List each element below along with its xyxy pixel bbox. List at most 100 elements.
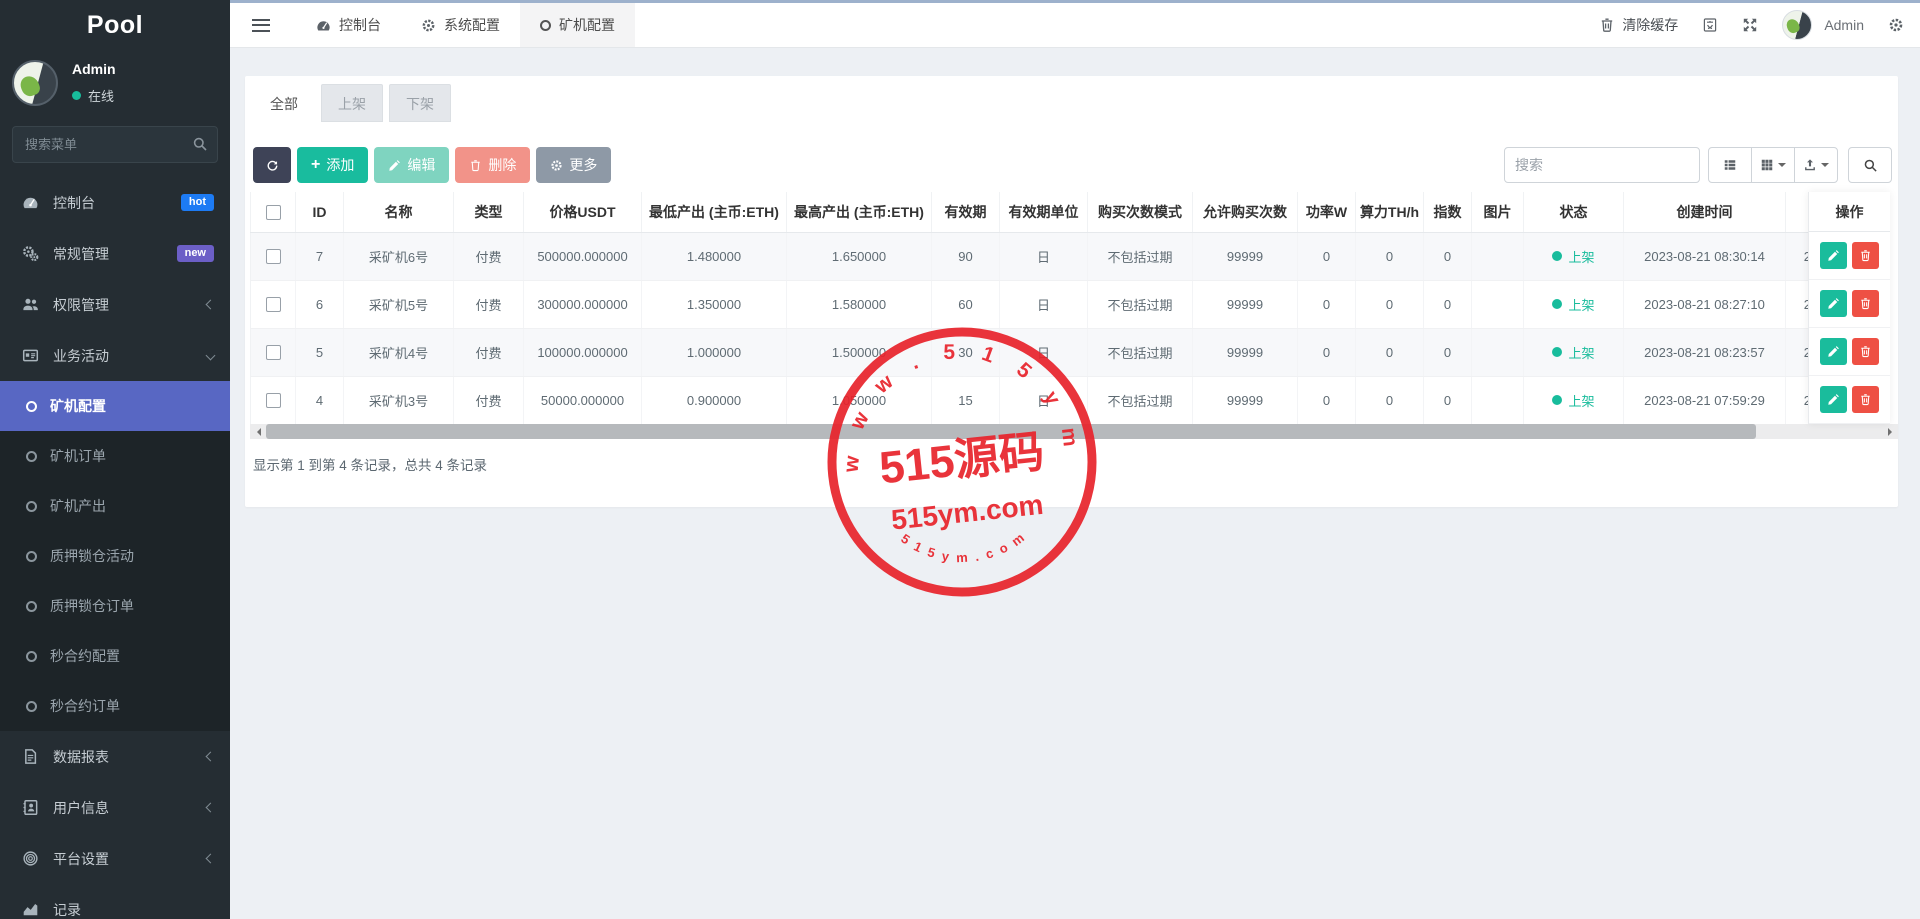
edit-row-button[interactable] xyxy=(1820,242,1847,269)
chevron-down-icon xyxy=(205,350,216,361)
fullscreen-icon[interactable] xyxy=(1742,17,1758,33)
tab-miner-config[interactable]: 矿机配置 xyxy=(520,3,635,47)
sidebar-item-dashboard[interactable]: 控制台 hot xyxy=(0,177,230,228)
export-button[interactable] xyxy=(1794,147,1838,183)
sidebar-item-label: 记录 xyxy=(53,901,81,918)
trash-icon xyxy=(469,159,482,172)
cell: 采矿机3号 xyxy=(343,376,454,425)
clear-cache-button[interactable]: 清除缓存 xyxy=(1599,15,1678,35)
refresh-button[interactable] xyxy=(253,147,291,183)
sidebar-item-miner-orders[interactable]: 矿机订单 xyxy=(0,431,230,481)
status-link[interactable]: 上架 xyxy=(1568,346,1594,361)
columns-button[interactable] xyxy=(1751,147,1795,183)
table-search-input[interactable] xyxy=(1504,147,1700,183)
clear-cache-label: 清除缓存 xyxy=(1622,17,1679,33)
tab-label: 控制台 xyxy=(339,17,381,33)
cell: 15 xyxy=(931,376,1000,425)
topbar: 控制台 系统配置 矿机配置 清除缓存 Admin xyxy=(230,0,1920,48)
settings-gear-icon[interactable] xyxy=(1888,17,1904,33)
edit-row-button[interactable] xyxy=(1820,290,1847,317)
search-button[interactable] xyxy=(1848,147,1892,183)
select-all-header xyxy=(250,192,296,233)
cell: 上架 xyxy=(1523,232,1624,281)
addressbook-icon xyxy=(22,799,39,816)
edit-label: 编辑 xyxy=(407,157,436,173)
chevron-down-icon xyxy=(1778,163,1786,171)
cell: 99999 xyxy=(1192,232,1298,281)
delete-row-button[interactable] xyxy=(1852,386,1879,413)
sidebar-item-records[interactable]: 记录 xyxy=(0,884,230,919)
language-icon[interactable] xyxy=(1702,17,1718,33)
sidebar-item-pledge-orders[interactable]: 质押锁仓订单 xyxy=(0,581,230,631)
sidebar-item-general[interactable]: 常规管理 new xyxy=(0,228,230,279)
sidebar-item-pledge-activity[interactable]: 质押锁仓活动 xyxy=(0,531,230,581)
row-checkbox[interactable] xyxy=(265,249,281,265)
avatar[interactable] xyxy=(1782,10,1813,40)
edit-button[interactable]: 编辑 xyxy=(374,147,450,183)
cell: 2023-08-21 08:23:57 xyxy=(1623,328,1786,377)
horizontal-scrollbar[interactable] xyxy=(250,424,1898,439)
cell: 99999 xyxy=(1192,328,1298,377)
tab-system-config[interactable]: 系统配置 xyxy=(401,3,520,47)
sidebar-item-miner-config[interactable]: 矿机配置 xyxy=(0,381,230,431)
scroll-left-arrow[interactable] xyxy=(250,424,266,439)
edit-row-button[interactable] xyxy=(1820,386,1847,413)
app-root: Pool Admin 在线 控制台 hot 常规管理 new 权限管理业务活动 矿机配置… xyxy=(0,0,1920,919)
status-dot xyxy=(1552,299,1563,309)
status-link[interactable]: 上架 xyxy=(1568,394,1594,409)
topbar-username[interactable]: Admin xyxy=(1824,17,1864,33)
sidebar-item-label: 质押锁仓订单 xyxy=(50,598,134,614)
cell: 上架 xyxy=(1523,376,1624,425)
cell: 0 xyxy=(1423,328,1472,377)
select-all-checkbox[interactable] xyxy=(265,205,281,221)
col-header-6: 有效期 xyxy=(931,192,1000,233)
edit-row-button[interactable] xyxy=(1820,338,1847,365)
more-button[interactable]: 更多 xyxy=(536,147,612,183)
ops-row xyxy=(1809,376,1890,424)
delete-row-button[interactable] xyxy=(1852,290,1879,317)
checkbox-cell xyxy=(250,280,296,329)
sidebar-item-label: 质押锁仓活动 xyxy=(50,548,134,564)
cell: 99999 xyxy=(1192,376,1298,425)
row-checkbox[interactable] xyxy=(265,345,281,361)
delete-row-button[interactable] xyxy=(1852,242,1879,269)
scroll-right-arrow[interactable] xyxy=(1882,424,1898,439)
file-icon xyxy=(22,748,39,765)
sidebar-item-label: 矿机订单 xyxy=(50,448,106,464)
delete-button[interactable]: 删除 xyxy=(455,147,531,183)
tab-dashboard[interactable]: 控制台 xyxy=(296,3,401,47)
filter-tab-0[interactable]: 全部 xyxy=(253,84,315,122)
status-dot xyxy=(1552,395,1563,405)
card-view-button[interactable] xyxy=(1708,147,1752,183)
filter-tab-2[interactable]: 下架 xyxy=(389,84,451,122)
row-checkbox[interactable] xyxy=(265,297,281,313)
cell xyxy=(1471,376,1524,425)
sidebar-item-business[interactable]: 业务活动 xyxy=(0,330,230,381)
trash-icon xyxy=(1599,17,1615,33)
filter-tab-1[interactable]: 上架 xyxy=(321,84,383,122)
sidebar-toggle-icon[interactable] xyxy=(252,18,270,32)
sidebar-item-label: 平台设置 xyxy=(53,850,109,867)
status-link[interactable]: 上架 xyxy=(1568,250,1594,265)
sidebar-item-miner-output[interactable]: 矿机产出 xyxy=(0,481,230,531)
cell: 付费 xyxy=(453,376,524,425)
sidebar-search-input[interactable] xyxy=(12,126,218,163)
sidebar-item-permissions[interactable]: 权限管理 xyxy=(0,279,230,330)
delete-row-button[interactable] xyxy=(1852,338,1879,365)
status-link[interactable]: 上架 xyxy=(1568,298,1594,313)
plus-icon: + xyxy=(311,156,321,173)
row-checkbox[interactable] xyxy=(265,393,281,409)
col-header-4: 最低产出 (主币:ETH) xyxy=(641,192,787,233)
scrollbar-thumb[interactable] xyxy=(266,424,1756,439)
sidebar-item-user-info[interactable]: 用户信息 xyxy=(0,782,230,833)
col-header-11: 算力TH/h xyxy=(1355,192,1424,233)
sidebar-item-platform[interactable]: 平台设置 xyxy=(0,833,230,884)
sidebar-item-reports[interactable]: 数据报表 xyxy=(0,731,230,782)
cell: 0 xyxy=(1297,376,1356,425)
add-button[interactable]: + 添加 xyxy=(297,147,369,183)
col-header-2: 类型 xyxy=(453,192,524,233)
chevron-left-icon xyxy=(205,751,216,762)
sidebar-item-seconds-config[interactable]: 秒合约配置 xyxy=(0,631,230,681)
user-status: 在线 xyxy=(88,89,115,104)
sidebar-item-seconds-orders[interactable]: 秒合约订单 xyxy=(0,681,230,731)
